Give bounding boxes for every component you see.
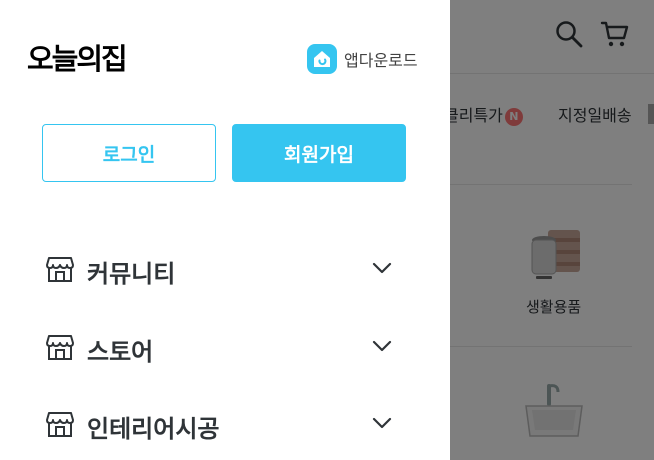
menu-item-interior[interactable]: 인테리어시공 xyxy=(0,393,450,453)
menu-label: 스토어 xyxy=(87,338,154,366)
home-app-icon xyxy=(307,44,337,74)
chevron-down-icon xyxy=(372,262,392,274)
side-drawer: 오늘의집 앱다운로드 로그인 회원가입 커뮤니티 스토어 인테리어시공 xyxy=(0,0,450,460)
menu-label: 커뮤니티 xyxy=(87,260,176,288)
signup-button[interactable]: 회원가입 xyxy=(232,124,406,182)
app-download-label: 앱다운로드 xyxy=(344,51,418,70)
login-button[interactable]: 로그인 xyxy=(42,124,216,182)
store-icon xyxy=(46,412,74,437)
dim-overlay[interactable] xyxy=(450,0,654,460)
menu-label: 인테리어시공 xyxy=(87,415,220,443)
store-icon xyxy=(46,257,74,282)
store-icon xyxy=(46,335,74,360)
chevron-down-icon xyxy=(372,417,392,429)
brand-logo[interactable]: 오늘의집 xyxy=(27,36,128,78)
chevron-down-icon xyxy=(372,340,392,352)
menu-item-community[interactable]: 커뮤니티 xyxy=(0,238,450,298)
menu-item-store[interactable]: 스토어 xyxy=(0,316,450,376)
app-download-link[interactable]: 앱다운로드 xyxy=(307,44,418,74)
